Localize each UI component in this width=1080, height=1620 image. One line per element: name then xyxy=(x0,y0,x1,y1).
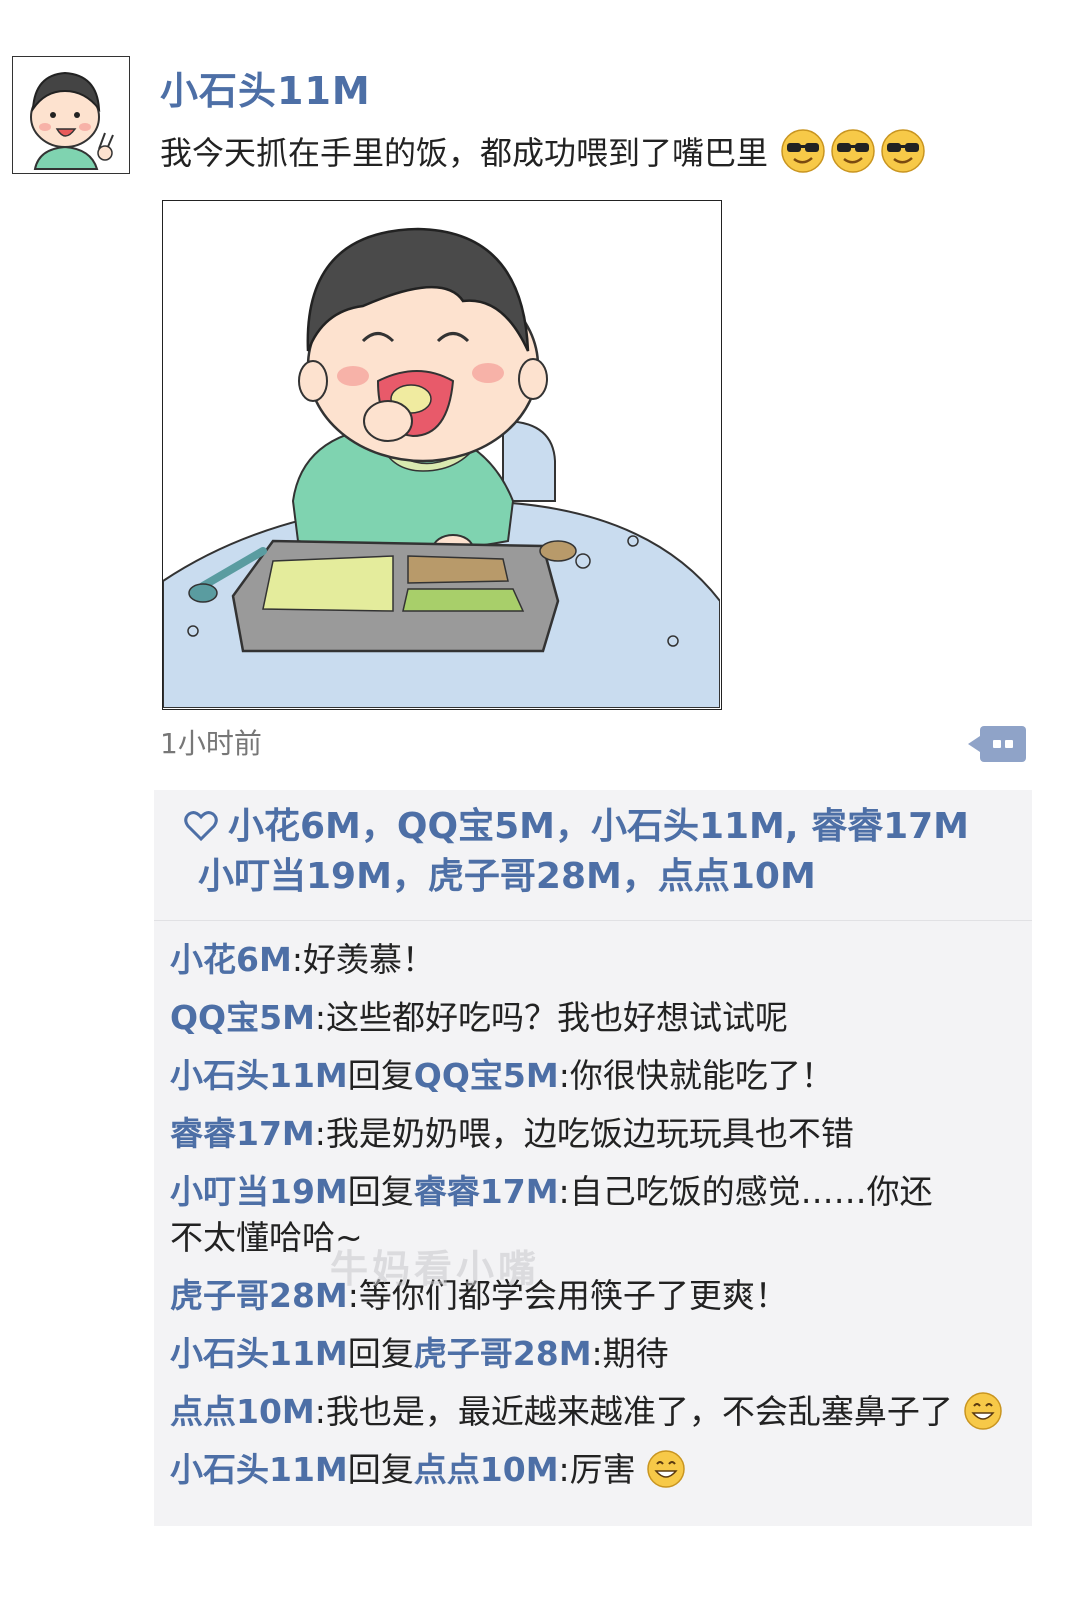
reply-word: 回复 xyxy=(347,1172,414,1211)
reply-word: 回复 xyxy=(347,1334,414,1373)
reply-word: 回复 xyxy=(347,1056,414,1095)
comment-text: 你很快就能吃了！ xyxy=(569,1056,834,1095)
commenter-name[interactable]: 小石头11M xyxy=(170,1334,348,1373)
comment-text: 我是奶奶喂，边吃饭边玩玩具也不错 xyxy=(325,1114,854,1153)
comment-text: 厉害 xyxy=(569,1450,636,1489)
comment-item[interactable]: 小花6M:好羡慕！ xyxy=(170,937,1022,983)
cool-face-emoji-icon xyxy=(831,129,875,173)
commenter-name[interactable]: 睿睿17M xyxy=(170,1114,315,1153)
commenter-name[interactable]: 小石头11M xyxy=(170,1056,348,1095)
comment-text: 我也是，最近越来越准了，不会乱塞鼻子了 xyxy=(325,1392,953,1431)
post-photo[interactable] xyxy=(162,200,722,710)
comment-text: 等你们都学会用筷子了更爽！ xyxy=(358,1276,788,1315)
likes-list: 小花6M，QQ宝5M，小石头11M, 睿睿17M 小叮当19M，虎子哥28M，点… xyxy=(154,790,1032,921)
comment-text: 期待 xyxy=(602,1334,669,1373)
reply-target-name[interactable]: 点点10M xyxy=(414,1450,559,1489)
grin-emoji-icon xyxy=(964,1392,1003,1430)
cool-face-emoji-icon xyxy=(881,129,925,173)
post-emojis xyxy=(780,128,926,174)
comment-item[interactable]: 小叮当19M回复睿睿17M:自己吃饭的感觉……你还不太懂哈哈~ xyxy=(170,1169,950,1261)
comment-item[interactable]: 点点10M:我也是，最近越来越准了，不会乱塞鼻子了 xyxy=(170,1389,1022,1435)
comment-text: 好羡慕！ xyxy=(302,940,435,979)
dot-icon xyxy=(993,740,1001,748)
reply-target-name[interactable]: 虎子哥28M xyxy=(414,1334,592,1373)
comment-action-button[interactable] xyxy=(968,726,1026,762)
post-timestamp: 1小时前 xyxy=(160,727,262,760)
dot-icon xyxy=(1005,740,1013,748)
post-text-row: 我今天抓在手里的饭，都成功喂到了嘴巴里 xyxy=(160,128,926,174)
comment-item[interactable]: 虎子哥28M:等你们都学会用筷子了更爽！ xyxy=(170,1273,1022,1319)
commenter-name[interactable]: 虎子哥28M xyxy=(170,1276,348,1315)
comment-item[interactable]: 小石头11M回复QQ宝5M:你很快就能吃了！ xyxy=(170,1053,1022,1099)
reply-target-name[interactable]: 睿睿17M xyxy=(414,1172,559,1211)
comment-item[interactable]: 小石头11M回复点点10M:厉害 xyxy=(170,1447,1022,1493)
cool-face-emoji-icon xyxy=(781,129,825,173)
comment-item[interactable]: 睿睿17M:我是奶奶喂，边吃饭边玩玩具也不错 xyxy=(170,1111,1022,1157)
reply-target-name[interactable]: QQ宝5M xyxy=(414,1056,559,1095)
commenter-name[interactable]: QQ宝5M xyxy=(170,998,315,1037)
heart-icon xyxy=(184,811,218,842)
likes-line-2[interactable]: 小叮当19M，虎子哥28M，点点10M xyxy=(184,856,816,897)
commenter-name[interactable]: 点点10M xyxy=(170,1392,315,1431)
post-author-name[interactable]: 小石头11M xyxy=(160,60,371,115)
likes-line-1[interactable]: 小花6M，QQ宝5M，小石头11M, 睿睿17M xyxy=(228,806,969,847)
commenter-name[interactable]: 小石头11M xyxy=(170,1450,348,1489)
comment-item[interactable]: 小石头11M回复虎子哥28M:期待 xyxy=(170,1331,1022,1377)
grin-emoji-icon xyxy=(647,1450,685,1488)
comment-text: 这些都好吃吗？我也好想试试呢 xyxy=(326,998,789,1037)
interaction-panel: 小花6M，QQ宝5M，小石头11M, 睿睿17M 小叮当19M，虎子哥28M，点… xyxy=(154,790,1032,1526)
reply-word: 回复 xyxy=(347,1450,414,1489)
commenter-name[interactable]: 小花6M xyxy=(170,940,292,979)
commenter-name[interactable]: 小叮当19M xyxy=(170,1172,348,1211)
author-avatar[interactable] xyxy=(12,56,130,174)
comment-item[interactable]: QQ宝5M:这些都好吃吗？我也好想试试呢 xyxy=(170,995,1022,1041)
comment-list: 小花6M:好羡慕！ QQ宝5M:这些都好吃吗？我也好想试试呢 小石头11M回复Q… xyxy=(154,921,1032,1493)
post-text: 我今天抓在手里的饭，都成功喂到了嘴巴里 xyxy=(160,134,769,172)
